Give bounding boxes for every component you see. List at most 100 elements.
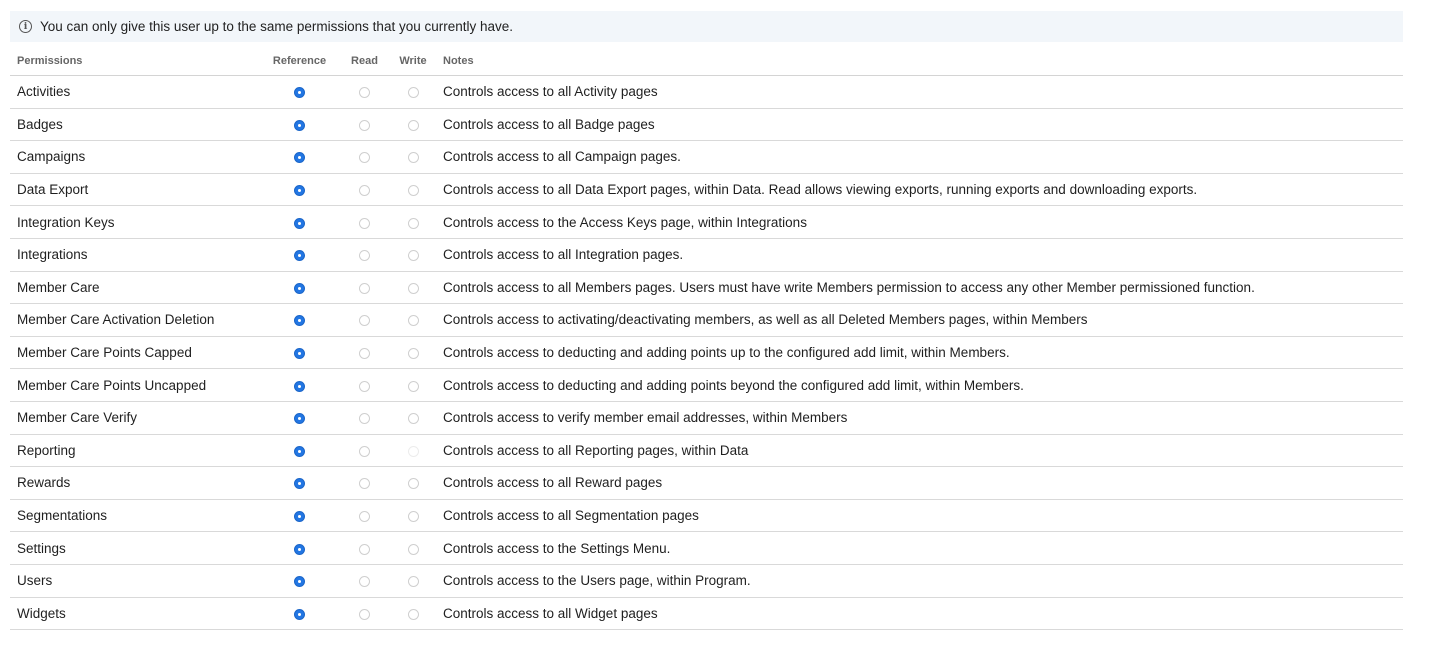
table-row: Member Care Controls access to all Member… (10, 271, 1403, 305)
write-radio[interactable] (407, 315, 419, 327)
reference-radio[interactable] (294, 217, 305, 229)
write-radio[interactable] (407, 152, 419, 164)
cell-reference (262, 531, 337, 565)
cell-read (337, 336, 392, 370)
reference-radio[interactable] (294, 445, 305, 457)
cell-reference (262, 303, 337, 337)
reference-radio[interactable] (294, 347, 305, 359)
permission-notes: Controls access to the Access Keys page,… (434, 205, 1403, 239)
reference-radio[interactable] (294, 282, 305, 294)
cell-read (337, 205, 392, 239)
table-row: Member Care Verify Controls access to ver… (10, 401, 1403, 435)
permission-notes: Controls access to all Activity pages (434, 75, 1403, 109)
cell-reference (262, 238, 337, 272)
reference-radio[interactable] (294, 250, 305, 262)
read-radio[interactable] (359, 445, 370, 457)
read-radio[interactable] (359, 510, 370, 522)
header-write: Write (392, 47, 434, 76)
permission-notes: Controls access to all Data Export pages… (434, 173, 1403, 207)
permission-notes: Controls access to all Integration pages… (434, 238, 1403, 272)
cell-write (392, 303, 434, 337)
read-radio[interactable] (359, 185, 370, 197)
permission-notes: Controls access to verify member email a… (434, 401, 1403, 435)
read-radio[interactable] (359, 87, 370, 99)
write-radio[interactable] (407, 250, 419, 262)
read-radio[interactable] (359, 282, 370, 294)
permissions-notice: i You can only give this user up to the … (10, 11, 1403, 42)
reference-radio[interactable] (294, 413, 305, 425)
cell-reference (262, 108, 337, 142)
cell-read (337, 368, 392, 402)
reference-radio[interactable] (294, 380, 305, 392)
permission-name: Rewards (10, 466, 262, 500)
reference-radio[interactable] (294, 185, 305, 197)
reference-radio[interactable] (294, 510, 305, 522)
cell-reference (262, 499, 337, 533)
write-radio[interactable] (407, 445, 419, 457)
read-radio[interactable] (359, 347, 370, 359)
cell-reference (262, 75, 337, 109)
permission-notes: Controls access to all Segmentation page… (434, 499, 1403, 533)
write-radio[interactable] (407, 380, 419, 392)
read-radio[interactable] (359, 576, 370, 588)
cell-reference (262, 434, 337, 468)
permission-name: Activities (10, 75, 262, 109)
read-radio[interactable] (359, 315, 370, 327)
cell-write (392, 108, 434, 142)
write-radio[interactable] (407, 478, 419, 490)
read-radio[interactable] (359, 608, 370, 620)
write-radio[interactable] (407, 510, 419, 522)
write-radio[interactable] (407, 185, 419, 197)
read-radio[interactable] (359, 152, 370, 164)
cell-read (337, 499, 392, 533)
read-radio[interactable] (359, 380, 370, 392)
write-radio[interactable] (407, 543, 419, 555)
reference-radio[interactable] (294, 478, 305, 490)
reference-radio[interactable] (294, 543, 305, 555)
cell-reference (262, 173, 337, 207)
cell-write (392, 499, 434, 533)
permission-notes: Controls access to all Badge pages (434, 108, 1403, 142)
reference-radio[interactable] (294, 576, 305, 588)
read-radio[interactable] (359, 413, 370, 425)
permission-notes: Controls access to all Campaign pages. (434, 140, 1403, 174)
cell-read (337, 173, 392, 207)
write-radio[interactable] (407, 217, 419, 229)
write-radio[interactable] (407, 282, 419, 294)
permission-name: Integrations (10, 238, 262, 272)
reference-radio[interactable] (294, 87, 305, 99)
cell-read (337, 531, 392, 565)
reference-radio[interactable] (294, 152, 305, 164)
write-radio[interactable] (407, 413, 419, 425)
permission-name: Data Export (10, 173, 262, 207)
cell-reference (262, 466, 337, 500)
reference-radio[interactable] (294, 608, 305, 620)
read-radio[interactable] (359, 543, 370, 555)
cell-read (337, 564, 392, 598)
write-radio[interactable] (407, 87, 419, 99)
cell-read (337, 401, 392, 435)
cell-reference (262, 336, 337, 370)
write-radio[interactable] (407, 608, 419, 620)
table-row: Integrations Controls access to all Integ… (10, 238, 1403, 272)
permission-notes: Controls access to all Reporting pages, … (434, 434, 1403, 468)
permission-notes: Controls access to deducting and adding … (434, 368, 1403, 402)
reference-radio[interactable] (294, 119, 305, 131)
read-radio[interactable] (359, 217, 370, 229)
info-icon: i (19, 20, 32, 33)
write-radio[interactable] (407, 119, 419, 131)
cell-read (337, 434, 392, 468)
read-radio[interactable] (359, 250, 370, 262)
write-radio[interactable] (407, 347, 419, 359)
cell-read (337, 597, 392, 631)
cell-reference (262, 271, 337, 305)
permission-name: Reporting (10, 434, 262, 468)
read-radio[interactable] (359, 119, 370, 131)
write-radio[interactable] (407, 576, 419, 588)
permission-notes: Controls access to activating/deactivati… (434, 303, 1403, 337)
permission-name: Campaigns (10, 140, 262, 174)
reference-radio[interactable] (294, 315, 305, 327)
read-radio[interactable] (359, 478, 370, 490)
permission-notes: Controls access to the Settings Menu. (434, 531, 1403, 565)
cell-read (337, 303, 392, 337)
